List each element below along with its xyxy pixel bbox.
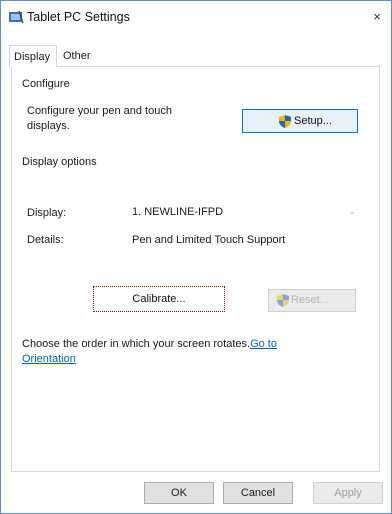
title-bar: Tablet PC Settings ×	[1, 1, 391, 35]
tab-other[interactable]: Other	[63, 45, 91, 67]
details-label: Details:	[27, 234, 64, 246]
orientation-link-line2: Orientation	[22, 352, 76, 366]
go-to-orientation-link[interactable]: Go to	[250, 338, 277, 350]
orientation-text: Choose the order in which your screen ro…	[22, 338, 251, 350]
configure-heading: Configure	[22, 78, 70, 90]
orientation-instruction: Choose the order in which your screen ro…	[22, 337, 372, 351]
orientation-link[interactable]: Orientation	[22, 353, 76, 365]
display-select[interactable]: 1. NEWLINE-IFPD ⌄	[124, 202, 362, 224]
uac-shield-icon	[279, 115, 291, 128]
tablet-pc-settings-window: Tablet PC Settings × Display Other Confi…	[0, 0, 392, 514]
reset-button[interactable]: Reset...	[268, 289, 356, 312]
display-tab-panel: Configure Configure your pen and touch d…	[11, 66, 380, 472]
uac-shield-icon	[277, 294, 289, 307]
display-label: Display:	[27, 207, 67, 219]
display-select-value: 1. NEWLINE-IFPD	[132, 206, 224, 218]
tablet-pc-icon	[9, 10, 24, 24]
setup-button[interactable]: Setup...	[242, 109, 358, 133]
close-button[interactable]: ×	[365, 5, 389, 29]
cancel-button[interactable]: Cancel	[223, 482, 293, 504]
display-options-heading: Display options	[22, 156, 97, 168]
chevron-down-icon: ⌄	[348, 206, 356, 216]
apply-button[interactable]: Apply	[313, 482, 383, 504]
configure-description-line2: displays.	[27, 120, 70, 132]
configure-description-line1: Configure your pen and touch	[27, 105, 172, 117]
ok-button[interactable]: OK	[144, 482, 214, 504]
tab-display[interactable]: Display	[9, 45, 57, 67]
calibrate-button[interactable]: Calibrate...	[93, 286, 225, 312]
window-title: Tablet PC Settings	[27, 10, 130, 24]
details-value: Pen and Limited Touch Support	[132, 234, 286, 246]
reset-label: Reset...	[291, 294, 329, 306]
setup-label: Setup...	[294, 115, 332, 127]
